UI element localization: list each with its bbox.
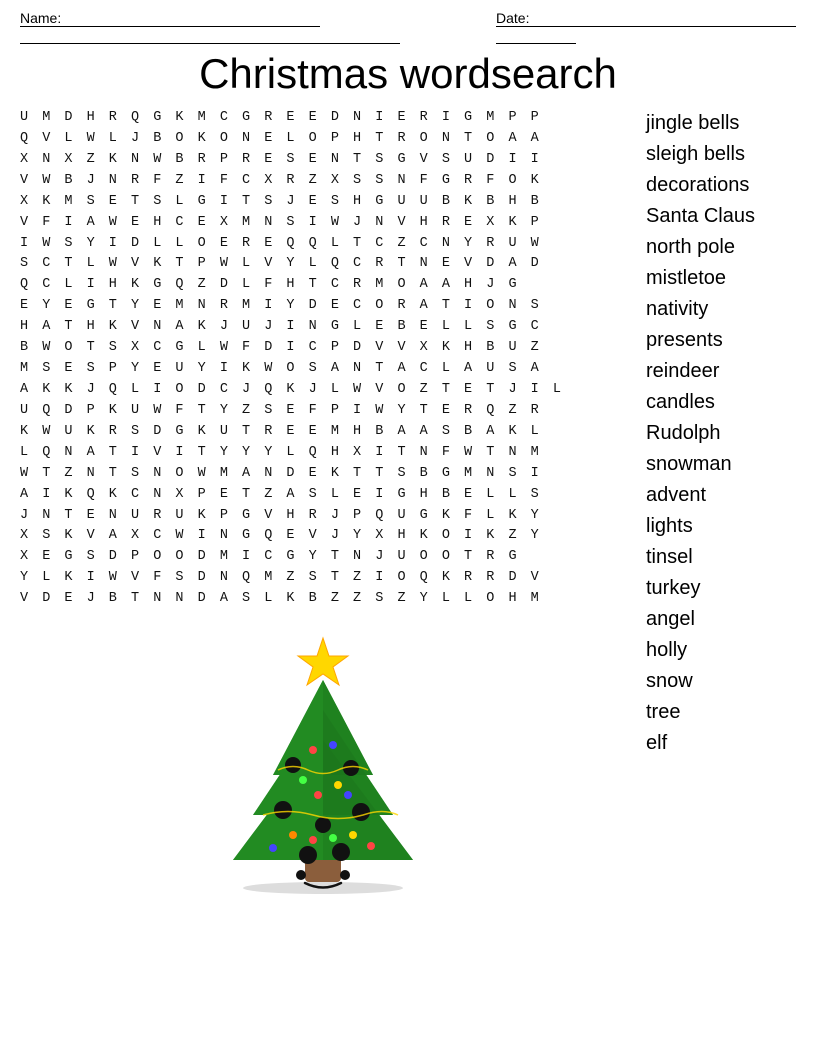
word-list-item: angel: [646, 604, 796, 635]
grid-row: U M D H R Q G K M C G R E E D N I E R I …: [20, 108, 626, 129]
word-list-item: presents: [646, 325, 796, 356]
grid-row: I W S Y I D L L O E R E Q Q L T C Z C N …: [20, 234, 626, 255]
grid-row: X E G S D P O O D M I C G Y T N J U O O …: [20, 547, 626, 568]
grid-row: U Q D P K U W F T Y Z S E F P I W Y T E …: [20, 401, 626, 422]
grid-row: W T Z N T S N O W M A N D E K T T S B G …: [20, 464, 626, 485]
grid-row: H A T H K V N A K J U J I N G L E B E L …: [20, 317, 626, 338]
page-title: Christmas wordsearch: [20, 50, 796, 98]
name-field: Name:: [20, 10, 496, 44]
word-list-item: decorations: [646, 170, 796, 201]
main-content: U M D H R Q G K M C G R E E D N I E R I …: [20, 108, 796, 905]
word-list-item: tinsel: [646, 542, 796, 573]
word-list-item: elf: [646, 728, 796, 759]
grid-row: J N T E N U R U K P G V H R J P Q U G K …: [20, 506, 626, 527]
christmas-tree-svg: [193, 620, 453, 900]
word-list: jingle bellssleigh bellsdecorationsSanta…: [646, 108, 796, 759]
word-grid: U M D H R Q G K M C G R E E D N I E R I …: [20, 108, 626, 610]
word-list-item: mistletoe: [646, 263, 796, 294]
word-list-item: turkey: [646, 573, 796, 604]
word-list-item: tree: [646, 697, 796, 728]
word-list-item: sleigh bells: [646, 139, 796, 170]
grid-row: Q V L W L J B O K O N E L O P H T R O N …: [20, 129, 626, 150]
date-field: Date:: [496, 10, 796, 44]
grid-row: B W O T S X C G L W F D I C P D V V X K …: [20, 338, 626, 359]
grid-row: Y L K I W V F S D N Q M Z S T Z I O Q K …: [20, 568, 626, 589]
grid-row: M S E S P Y E U Y I K W O S A N T A C L …: [20, 359, 626, 380]
wordsearch-grid-section: U M D H R Q G K M C G R E E D N I E R I …: [20, 108, 626, 905]
grid-row: K W U K R S D G K U T R E E M H B A A S …: [20, 422, 626, 443]
word-list-item: advent: [646, 480, 796, 511]
word-list-item: snowman: [646, 449, 796, 480]
word-list-item: holly: [646, 635, 796, 666]
word-list-item: nativity: [646, 294, 796, 325]
word-list-item: jingle bells: [646, 108, 796, 139]
date-line: [496, 27, 576, 44]
name-line: [20, 27, 400, 44]
grid-row: X S K V A X C W I N G Q E V J Y X H K O …: [20, 526, 626, 547]
word-list-item: reindeer: [646, 356, 796, 387]
grid-row: X K M S E T S L G I T S J E S H G U U B …: [20, 192, 626, 213]
grid-row: S C T L W V K T P W L V Y L Q C R T N E …: [20, 254, 626, 275]
grid-row: E Y E G T Y E M N R M I Y D E C O R A T …: [20, 296, 626, 317]
word-list-item: snow: [646, 666, 796, 697]
word-list-section: jingle bellssleigh bellsdecorationsSanta…: [636, 108, 796, 905]
word-list-item: Rudolph: [646, 418, 796, 449]
grid-row: V D E J B T N N D A S L K B Z Z S Z Y L …: [20, 589, 626, 610]
word-list-item: Santa Claus: [646, 201, 796, 232]
tree-image-area: [20, 620, 626, 905]
grid-row: V W B J N R F Z I F C X R Z X S S N F G …: [20, 171, 626, 192]
grid-row: A K K J Q L I O D C J Q K J L W V O Z T …: [20, 380, 626, 401]
name-label: Name:: [20, 10, 320, 27]
word-list-item: candles: [646, 387, 796, 418]
grid-row: A I K Q K C N X P E T Z A S L E I G H B …: [20, 485, 626, 506]
date-label: Date:: [496, 10, 796, 27]
word-list-item: lights: [646, 511, 796, 542]
grid-row: L Q N A T I V I T Y Y Y L Q H X I T N F …: [20, 443, 626, 464]
grid-row: X N X Z K N W B R P R E S E N T S G V S …: [20, 150, 626, 171]
grid-row: V F I A W E H C E X M N S I W J N V H R …: [20, 213, 626, 234]
word-list-item: north pole: [646, 232, 796, 263]
header-bar: Name: Date:: [20, 10, 796, 44]
grid-row: Q C L I H K G Q Z D L F H T C R M O A A …: [20, 275, 626, 296]
